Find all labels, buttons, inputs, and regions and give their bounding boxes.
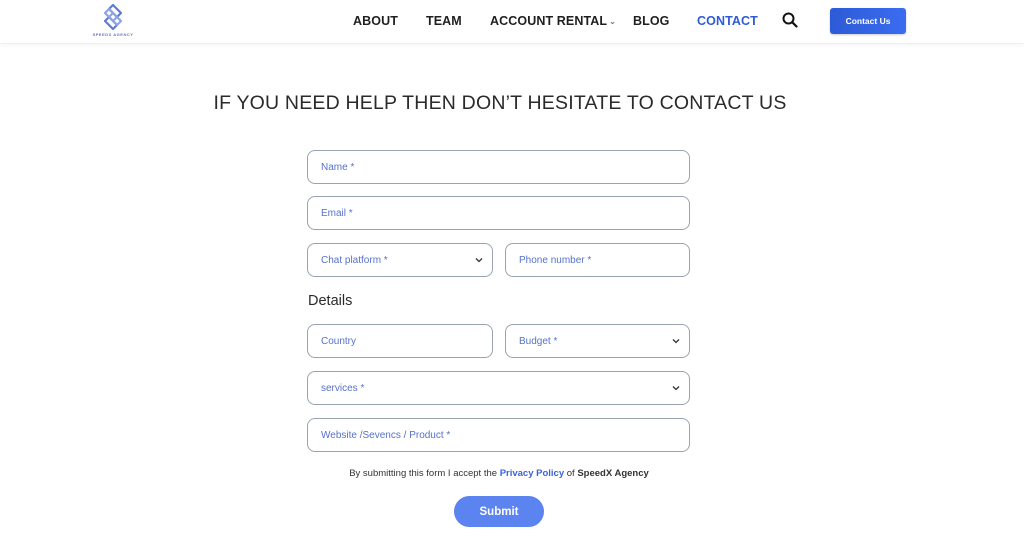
logo-mark-icon [103, 3, 123, 31]
country-placeholder: Country [321, 335, 357, 347]
website-placeholder: Website /Sevencs / Product * [321, 429, 451, 441]
consent-text: By submitting this form I accept the Pri… [0, 468, 998, 479]
budget-select[interactable]: Budget * [505, 324, 690, 358]
phone-field[interactable]: Phone number * [505, 243, 690, 277]
details-heading: Details [308, 293, 353, 309]
email-field[interactable]: Email * [307, 196, 690, 230]
logo[interactable]: SPEEDX AGENCY [88, 3, 138, 39]
contact-us-button[interactable]: Contact Us [830, 8, 906, 34]
chevron-down-icon [672, 339, 680, 344]
chevron-down-icon: ⌄ [609, 17, 616, 26]
search-icon[interactable] [782, 12, 798, 28]
consent-middle: of [566, 468, 575, 479]
nav-team[interactable]: TEAM [426, 14, 462, 28]
phone-placeholder: Phone number * [519, 254, 592, 266]
chat-platform-placeholder: Chat platform * [321, 254, 388, 266]
country-field[interactable]: Country [307, 324, 493, 358]
submit-button[interactable]: Submit [454, 496, 544, 527]
budget-placeholder: Budget * [519, 335, 558, 347]
nav-blog[interactable]: BLOG [633, 14, 670, 28]
nav-account-rental[interactable]: ACCOUNT RENTAL ⌄ [490, 14, 616, 28]
services-placeholder: services * [321, 382, 365, 394]
name-placeholder: Name * [321, 161, 355, 173]
consent-brand: SpeedX Agency [577, 468, 649, 479]
site-header: SPEEDX AGENCY ABOUT TEAM ACCOUNT RENTAL ⌄… [0, 0, 1024, 44]
services-select[interactable]: services * [307, 371, 690, 405]
consent-prefix: By submitting this form I accept the [349, 468, 498, 479]
website-field[interactable]: Website /Sevencs / Product * [307, 418, 690, 452]
chat-platform-select[interactable]: Chat platform * [307, 243, 493, 277]
nav-contact[interactable]: CONTACT [697, 14, 758, 28]
chevron-down-icon [475, 258, 483, 263]
name-field[interactable]: Name * [307, 150, 690, 184]
chevron-down-icon [672, 386, 680, 391]
logo-text: SPEEDX AGENCY [92, 32, 134, 37]
privacy-policy-link[interactable]: Privacy Policy [500, 468, 564, 479]
nav-about[interactable]: ABOUT [353, 14, 398, 28]
page-title: IF YOU NEED HELP THEN DON’T HESITATE TO … [213, 92, 787, 114]
email-placeholder: Email * [321, 207, 353, 219]
nav-account-rental-label: ACCOUNT RENTAL [490, 14, 608, 28]
